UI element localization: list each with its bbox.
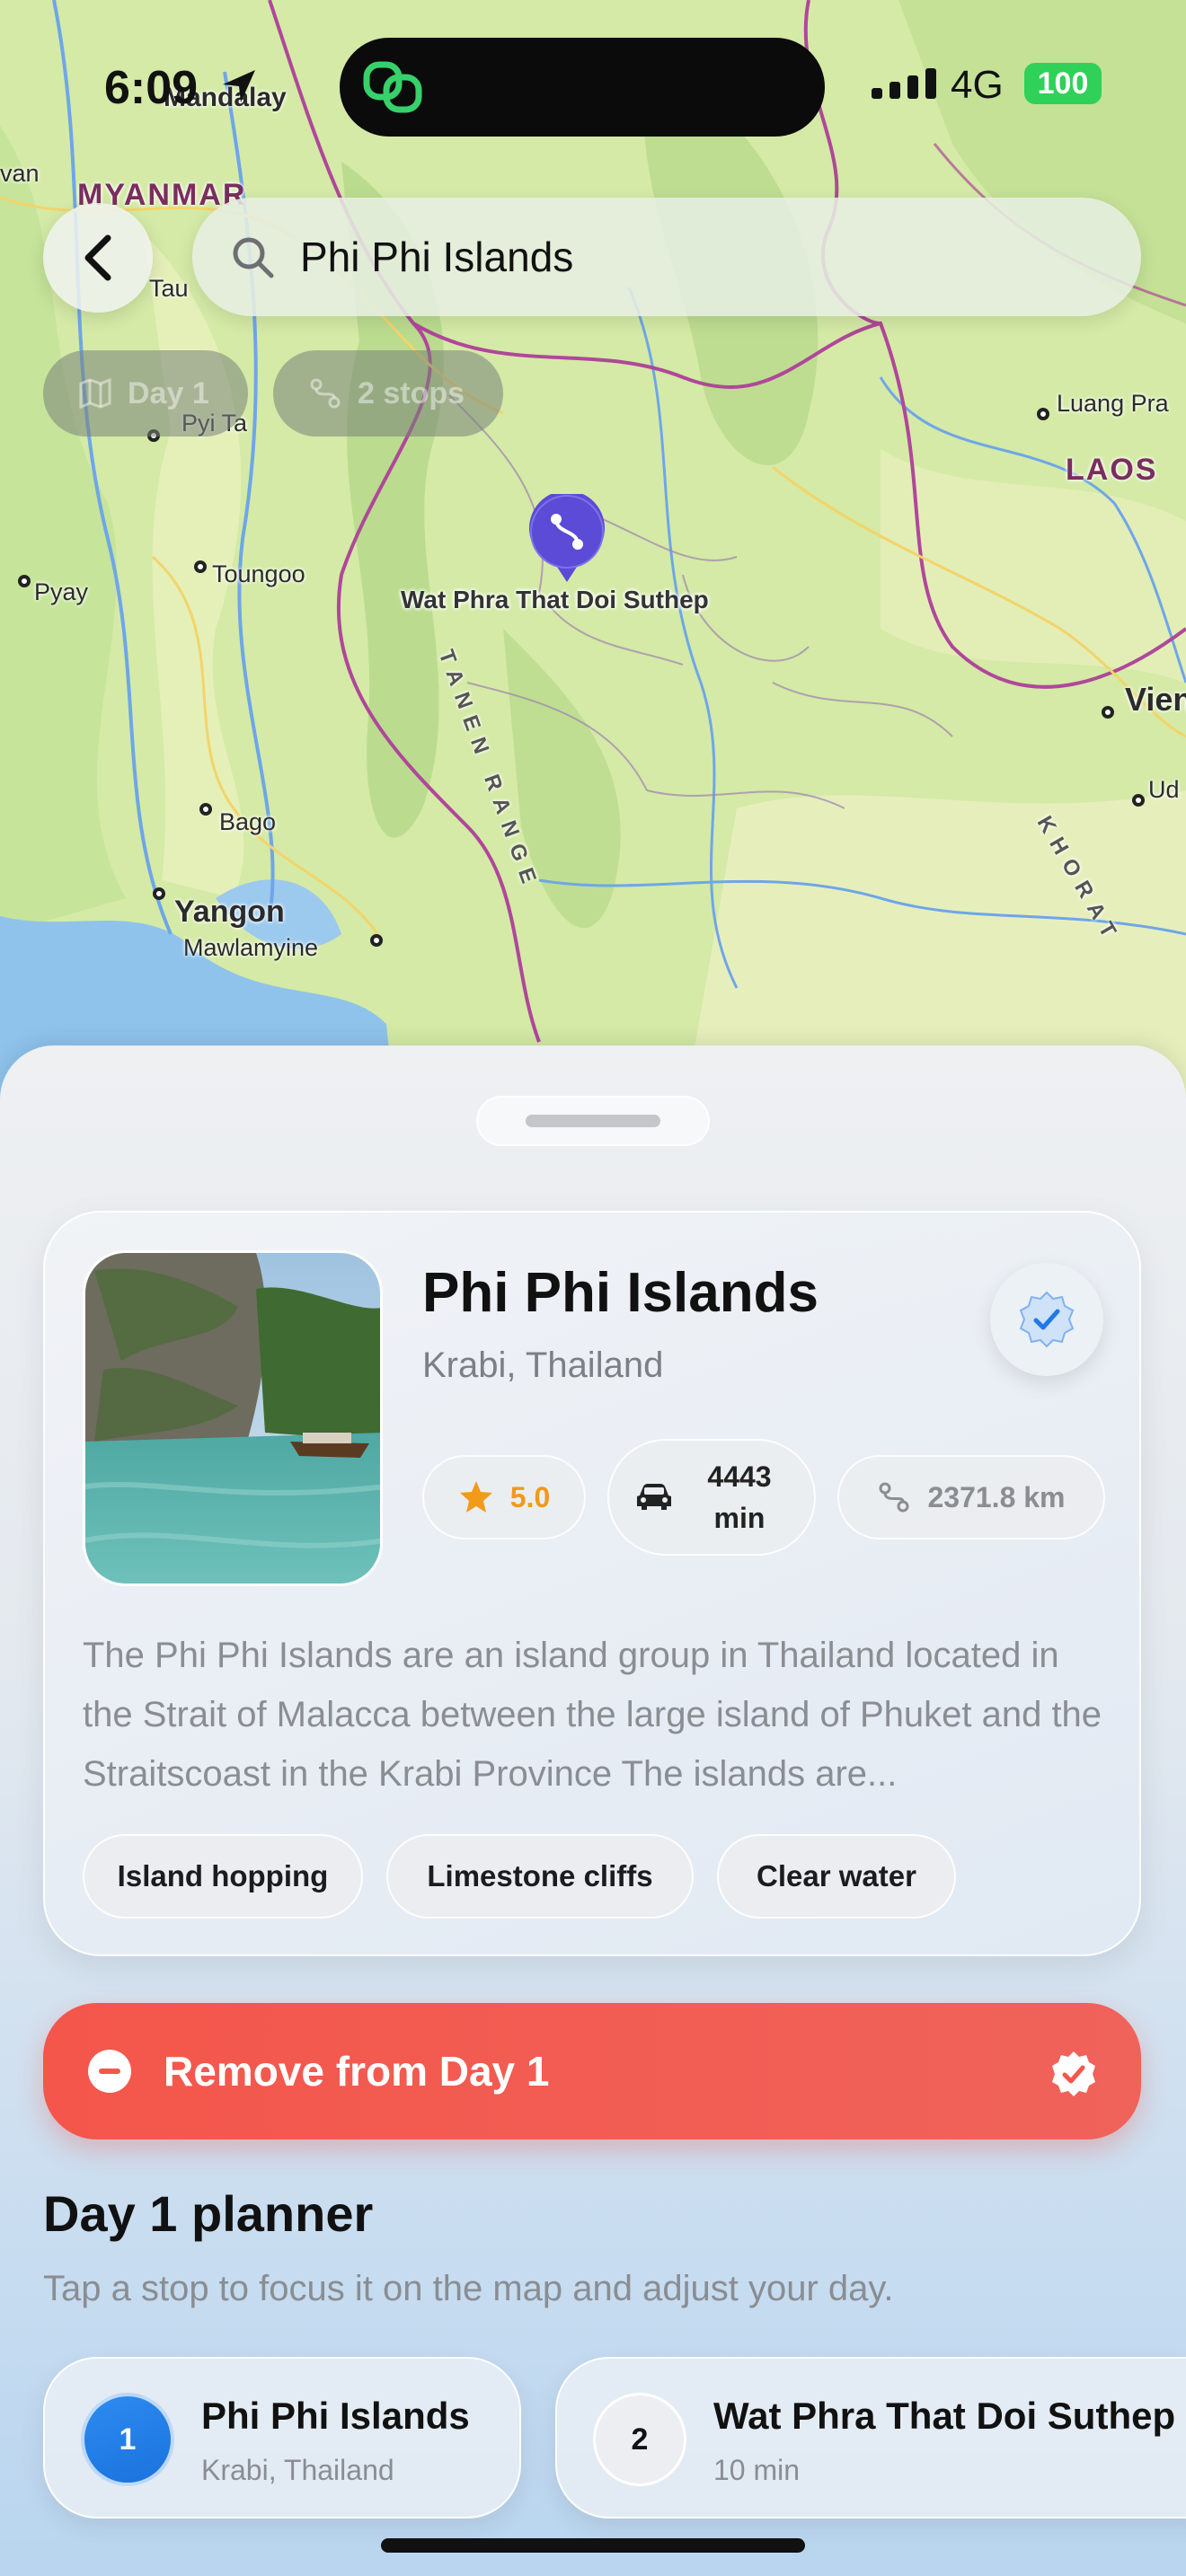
search-bar[interactable]	[192, 198, 1141, 316]
map-label-laos: LAOS	[1066, 453, 1158, 487]
planner-title: Day 1 planner	[43, 2185, 374, 2242]
stops-chip[interactable]: 2 stops	[273, 350, 503, 437]
checkmark-seal-icon	[1019, 1291, 1075, 1348]
checkmark-seal-icon	[1052, 2051, 1095, 2096]
distance-value: 2371.8 km	[927, 1480, 1066, 1513]
map-dot	[18, 575, 31, 587]
stops-chip-label: 2 stops	[358, 375, 465, 410]
map-dot	[199, 803, 212, 816]
map-label-yangon: Yangon	[174, 895, 285, 929]
map-dot	[1037, 408, 1049, 420]
home-indicator[interactable]	[381, 2538, 805, 2553]
tag-chip[interactable]: Limestone cliffs	[386, 1834, 694, 1919]
search-icon	[233, 237, 274, 278]
route-icon	[879, 1482, 909, 1513]
map-dot	[153, 887, 165, 900]
map-dot	[1102, 706, 1114, 719]
location-arrow-icon	[223, 70, 255, 102]
map-icon	[79, 378, 111, 409]
stop-subtitle: Krabi, Thailand	[201, 2454, 394, 2486]
map-label-ud: Ud	[1148, 776, 1180, 803]
stop-number-badge: 1	[81, 2393, 174, 2486]
place-title: Phi Phi Islands	[422, 1262, 819, 1324]
map-dot	[194, 560, 207, 573]
route-pin-icon	[529, 490, 605, 582]
chevron-left-icon	[84, 234, 111, 281]
map-dot	[1132, 794, 1145, 807]
place-description: The Phi Phi Islands are an island group …	[83, 1636, 1102, 1794]
rating-badge: 5.0	[422, 1455, 586, 1539]
drive-time-badge: 4443 min	[607, 1439, 816, 1556]
car-icon	[637, 1484, 671, 1510]
route-icon	[310, 378, 341, 409]
stop-name: Phi Phi Islands	[201, 2395, 470, 2437]
battery-level: 100	[1037, 66, 1089, 101]
status-time: 6:09	[104, 62, 199, 114]
stop-name: Wat Phra That Doi Suthep	[713, 2395, 1176, 2437]
place-card[interactable]: Phi Phi Islands Krabi, Thailand 5.0 4443…	[43, 1211, 1141, 1956]
map-label-bago: Bago	[219, 808, 277, 835]
map-label-taung: Tau	[149, 275, 189, 302]
place-photo-image	[85, 1253, 380, 1584]
bottom-sheet[interactable]: Phi Phi Islands Krabi, Thailand 5.0 4443…	[0, 1045, 1186, 2576]
sheet-grabber[interactable]	[476, 1096, 710, 1146]
stop-subtitle: 10 min	[713, 2454, 801, 2486]
back-button[interactable]	[43, 203, 153, 313]
map-label-luang: Luang Pra	[1057, 390, 1169, 417]
drive-time-value: 4443 min	[707, 1460, 772, 1534]
dynamic-island[interactable]	[340, 38, 825, 137]
added-checkmark-button[interactable]	[990, 1263, 1103, 1376]
map-pin[interactable]	[528, 490, 606, 584]
cellular-signal-icon	[872, 68, 936, 99]
stop-number-badge: 2	[593, 2393, 686, 2486]
map-label-pyay: Pyay	[34, 578, 89, 605]
tag-chip[interactable]: Clear water	[717, 1834, 956, 1919]
grabber-handle	[526, 1115, 660, 1127]
tag-chip[interactable]: Island hopping	[83, 1834, 363, 1919]
battery-indicator: 100	[1024, 63, 1102, 104]
rating-value: 5.0	[509, 1480, 551, 1513]
link-app-icon	[363, 61, 422, 113]
map-label-mawlamyine: Mawlamyine	[183, 934, 319, 961]
day-chip[interactable]: Day 1	[43, 350, 248, 437]
stop-card[interactable]: 2 Wat Phra That Doi Suthep 10 min	[555, 2357, 1186, 2519]
map-view[interactable]: Mandalay van MYANMAR Tau Pyi Ta Luang Pr…	[0, 0, 1186, 1114]
map-label-vien: Vien	[1125, 681, 1186, 718]
network-type: 4G	[951, 63, 1004, 107]
map-pin-label: Wat Phra That Doi Suthep	[401, 586, 709, 613]
distance-badge: 2371.8 km	[837, 1455, 1105, 1539]
map-dot	[370, 934, 383, 947]
remove-button-label: Remove from Day 1	[164, 2048, 550, 2095]
place-subtitle: Krabi, Thailand	[422, 1345, 664, 1385]
day-chip-label: Day 1	[128, 375, 209, 410]
place-photo	[83, 1250, 383, 1586]
map-label-van: van	[0, 160, 40, 187]
search-input[interactable]	[300, 233, 1073, 281]
remove-from-day-button[interactable]: Remove from Day 1	[43, 2003, 1141, 2139]
planner-hint: Tap a stop to focus it on the map and ad…	[43, 2269, 894, 2308]
map-label-toungoo: Toungoo	[212, 560, 305, 587]
minus-circle-icon	[88, 2050, 131, 2093]
star-icon	[459, 1481, 492, 1513]
stop-card[interactable]: 1 Phi Phi Islands Krabi, Thailand	[43, 2357, 521, 2519]
